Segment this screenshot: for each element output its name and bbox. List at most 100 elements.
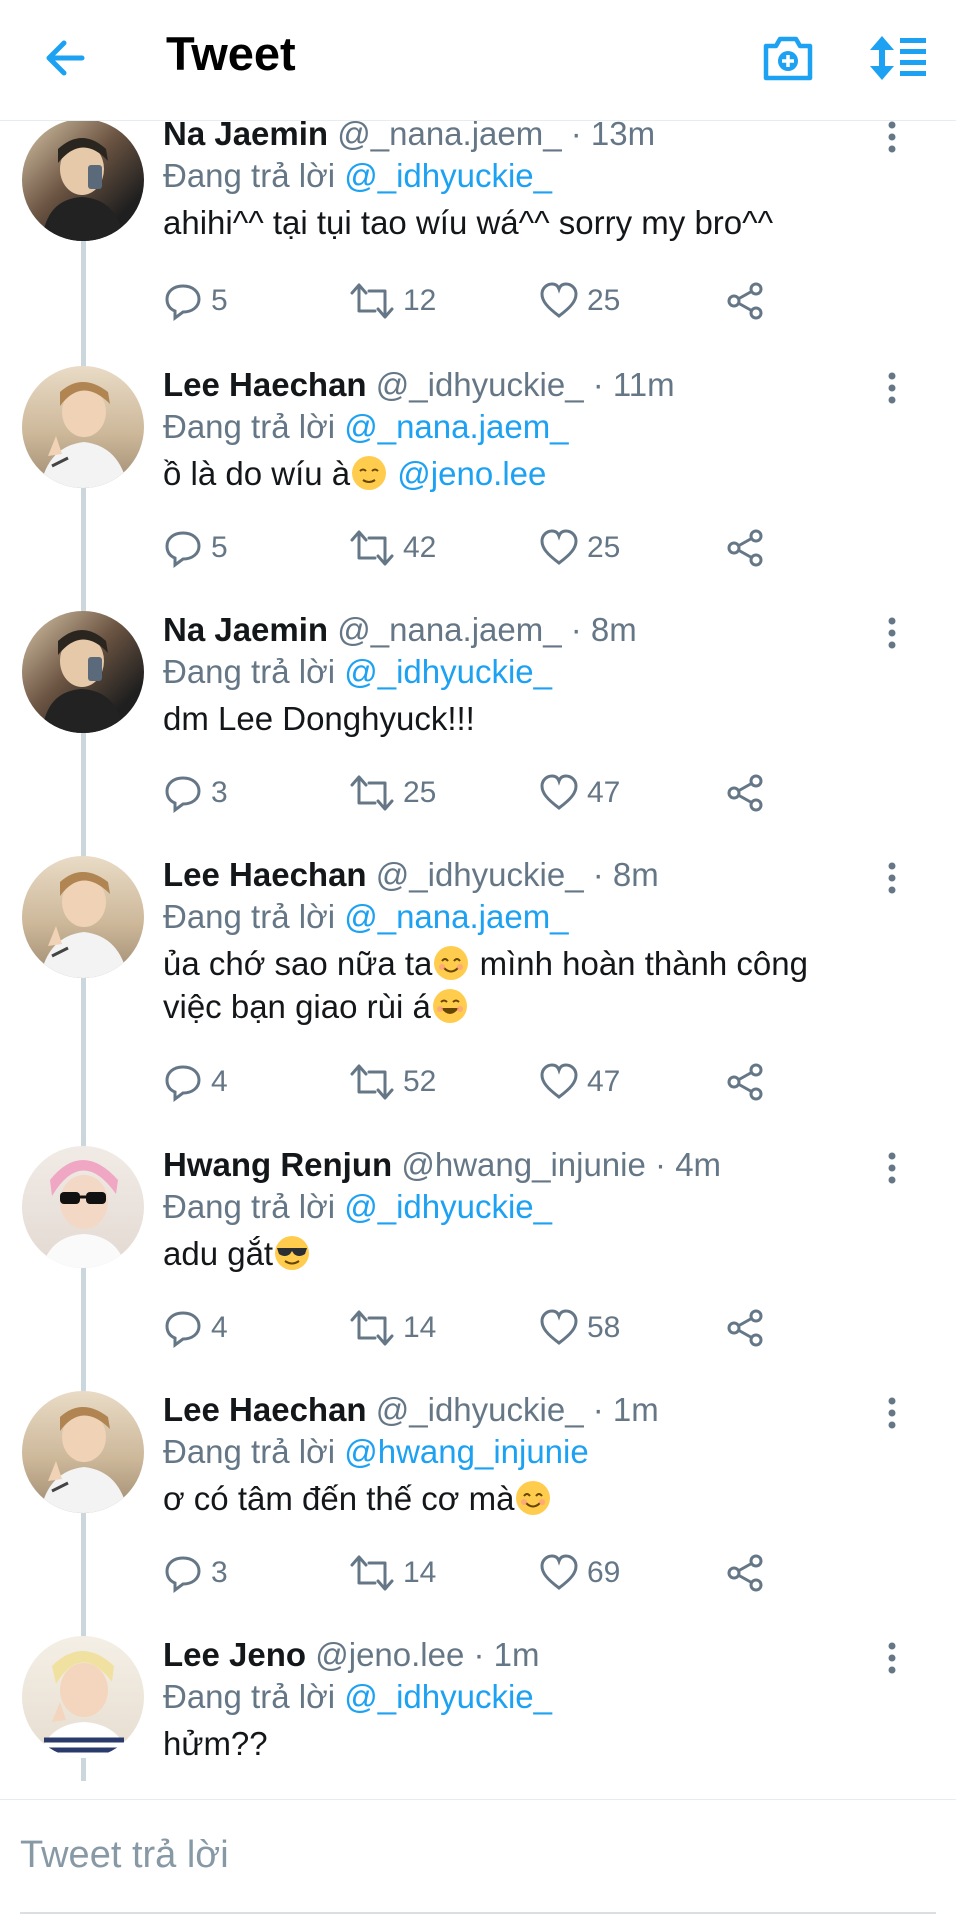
tweet-text: dm Lee Donghyuck!!! [163,700,475,737]
reply-button[interactable]: 4 [163,1306,228,1350]
more-options-icon[interactable] [880,121,904,155]
retweet-button[interactable]: 42 [349,526,436,570]
share-icon [727,1063,763,1101]
retweet-button[interactable]: 14 [349,1551,436,1595]
share-button[interactable] [725,1306,773,1350]
display-name[interactable]: Na Jaemin [163,611,328,648]
like-button[interactable]: 58 [539,1306,620,1350]
mention-link[interactable]: @_idhyuckie_ [344,157,552,194]
share-button[interactable] [725,1060,773,1104]
retweet-button[interactable]: 14 [349,1306,436,1350]
sort-icon[interactable] [868,30,928,86]
user-handle[interactable]: @jeno.lee [315,1636,464,1673]
mention-link[interactable]: @_nana.jaem_ [344,898,568,935]
like-button[interactable]: 47 [539,1060,620,1104]
tweet-actions: 3 14 69 [163,1551,783,1595]
display-name[interactable]: Na Jaemin [163,121,328,152]
user-handle[interactable]: @hwang_injunie [401,1146,646,1183]
more-options-icon[interactable] [880,860,904,896]
avatar[interactable] [22,121,144,241]
retweet-icon [350,283,394,319]
avatar[interactable] [22,366,144,488]
more-options-icon[interactable] [880,615,904,651]
mention-link[interactable]: @_idhyuckie_ [344,1678,552,1715]
page-title: Tweet [166,27,296,80]
user-handle[interactable]: @_nana.jaem_ [337,611,561,648]
tweet-text-content: adu gắt [163,1235,274,1272]
smiling-face-emoji-icon [516,1481,551,1515]
retweet-count: 42 [403,531,437,564]
camera-plus-icon[interactable] [760,30,816,86]
reply-icon [165,531,201,568]
display-name[interactable]: Lee Haechan [163,366,367,403]
user-handle[interactable]: @_idhyuckie_ [376,1391,584,1428]
replying-to: Đang trả lời @hwang_injunie [163,1433,589,1471]
heart-icon [540,1554,578,1590]
more-options-icon[interactable] [880,1150,904,1186]
mention-link[interactable]: @jeno.lee [397,455,546,492]
tweet[interactable]: Lee Haechan @_idhyuckie_ · 8m Đang trả l… [0,856,956,1146]
like-count: 69 [587,1556,621,1589]
tweet[interactable]: Na Jaemin @_nana.jaem_ · 8m Đang trả lời… [0,611,956,856]
timestamp: · 8m [570,611,637,648]
avatar[interactable] [22,611,144,733]
share-button[interactable] [725,771,773,815]
more-options-icon[interactable] [880,1395,904,1431]
retweet-button[interactable]: 12 [349,279,436,323]
reply-icon [165,1065,201,1102]
reply-button[interactable]: 4 [163,1060,228,1104]
avatar[interactable] [22,1636,144,1758]
tweet-text: ồ là do wíu à @jeno.lee [163,452,883,495]
reply-icon [165,776,201,813]
replying-to: Đang trả lời @_nana.jaem_ [163,408,569,446]
tweet[interactable]: Na Jaemin @_nana.jaem_ · 13m Đang trả lờ… [0,121,956,366]
like-button[interactable]: 25 [539,526,620,570]
grinning-face-emoji-icon [432,989,467,1023]
mention-link[interactable]: @_idhyuckie_ [344,653,552,690]
retweet-button[interactable]: 52 [349,1060,436,1104]
tweet[interactable]: Lee Haechan @_idhyuckie_ · 11m Đang trả … [0,366,956,611]
like-button[interactable]: 25 [539,279,620,323]
tweet-header: Lee Haechan @_idhyuckie_ · 8m [163,856,659,894]
replying-to-label: Đang trả lời [163,408,336,445]
share-button[interactable] [725,1551,773,1595]
reply-input-placeholder[interactable]: Tweet trả lời [20,1834,229,1877]
display-name[interactable]: Lee Haechan [163,1391,367,1428]
replying-to: Đang trả lời @_idhyuckie_ [163,653,552,691]
user-handle[interactable]: @_nana.jaem_ [337,121,561,152]
mention-link[interactable]: @_nana.jaem_ [344,408,568,445]
tweet[interactable]: Hwang Renjun @hwang_injunie · 4m Đang tr… [0,1146,956,1391]
avatar[interactable] [22,1391,144,1513]
tweet[interactable]: Lee Jeno @jeno.lee · 1m Đang trả lời @_i… [0,1636,956,1798]
share-button[interactable] [725,526,773,570]
heart-icon [540,282,578,318]
reply-button[interactable]: 5 [163,526,228,570]
like-button[interactable]: 69 [539,1551,620,1595]
share-button[interactable] [725,279,773,323]
reply-composer[interactable]: Tweet trả lời [0,1799,956,1921]
display-name[interactable]: Lee Haechan [163,856,367,893]
tweet-header: Lee Haechan @_idhyuckie_ · 1m [163,1391,659,1429]
user-handle[interactable]: @_idhyuckie_ [376,856,584,893]
like-button[interactable]: 47 [539,771,620,815]
retweet-button[interactable]: 25 [349,771,436,815]
avatar[interactable] [22,1146,144,1268]
user-handle[interactable]: @_idhyuckie_ [376,366,584,403]
display-name[interactable]: Hwang Renjun [163,1146,392,1183]
tweet-header: Na Jaemin @_nana.jaem_ · 13m [163,121,655,153]
reply-button[interactable]: 3 [163,1551,228,1595]
timestamp: · 1m [473,1636,540,1673]
mention-link[interactable]: @_idhyuckie_ [344,1188,552,1225]
tweet-text: adu gắt [163,1232,883,1275]
more-options-icon[interactable] [880,370,904,406]
back-arrow-icon[interactable] [38,28,98,88]
display-name[interactable]: Lee Jeno [163,1636,306,1673]
reply-button[interactable]: 5 [163,279,228,323]
replying-to-label: Đang trả lời [163,898,336,935]
mention-link[interactable]: @hwang_injunie [344,1433,589,1470]
avatar[interactable] [22,856,144,978]
reply-button[interactable]: 3 [163,771,228,815]
more-options-icon[interactable] [880,1640,904,1676]
timestamp: · 8m [592,856,659,893]
tweet[interactable]: Lee Haechan @_idhyuckie_ · 1m Đang trả l… [0,1391,956,1636]
